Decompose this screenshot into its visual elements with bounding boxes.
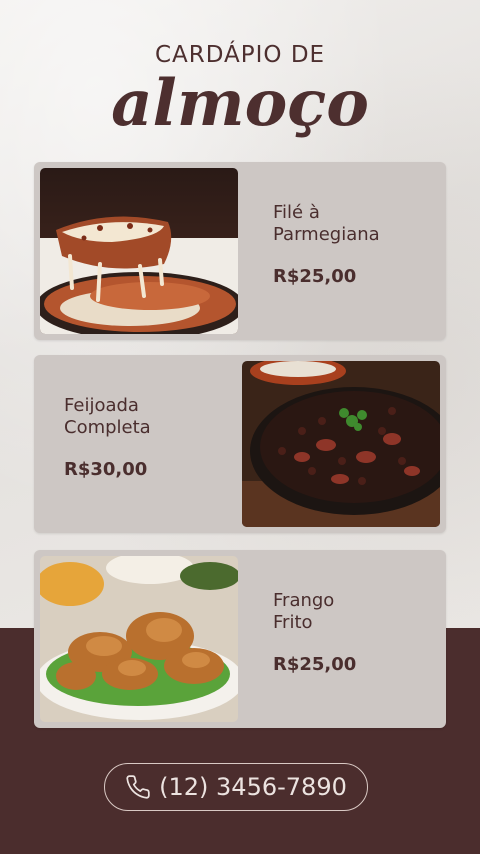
dish-price: R$25,00 [273, 654, 357, 675]
dish-name-line2: Parmegiana [273, 224, 380, 245]
dish-name-line1: Frango [273, 590, 335, 611]
frango-frito-photo [40, 556, 238, 722]
dish-price: R$25,00 [273, 266, 357, 287]
menu-item-frango-frito[interactable]: Frango Frito R$25,00 [34, 550, 446, 728]
dish-name-line1: Filé à [273, 202, 320, 223]
menu-title: almoço [111, 66, 369, 141]
menu-header: CARDÁPIO DE almoço [0, 42, 480, 136]
menu-item-feijoada[interactable]: Feijoada Completa R$30,00 [34, 355, 446, 533]
feijoada-photo [242, 361, 440, 527]
feijoada-info: Feijoada Completa R$30,00 [64, 395, 234, 480]
dish-price: R$30,00 [64, 459, 148, 480]
dish-name-line2: Frito [273, 612, 313, 633]
menu-subtitle: CARDÁPIO DE [154, 42, 326, 68]
dish-name-line2: Completa [64, 417, 151, 438]
menu-item-parmegiana[interactable]: Filé à Parmegiana R$25,00 [34, 162, 446, 340]
dish-name-line1: Feijoada [64, 395, 139, 416]
phone-button[interactable]: (12) 3456-7890 [104, 763, 368, 811]
frango-frito-info: Frango Frito R$25,00 [273, 590, 443, 675]
phone-icon [125, 774, 151, 800]
parmegiana-photo [40, 168, 238, 334]
parmegiana-info: Filé à Parmegiana R$25,00 [273, 202, 443, 287]
phone-number: (12) 3456-7890 [159, 773, 347, 801]
